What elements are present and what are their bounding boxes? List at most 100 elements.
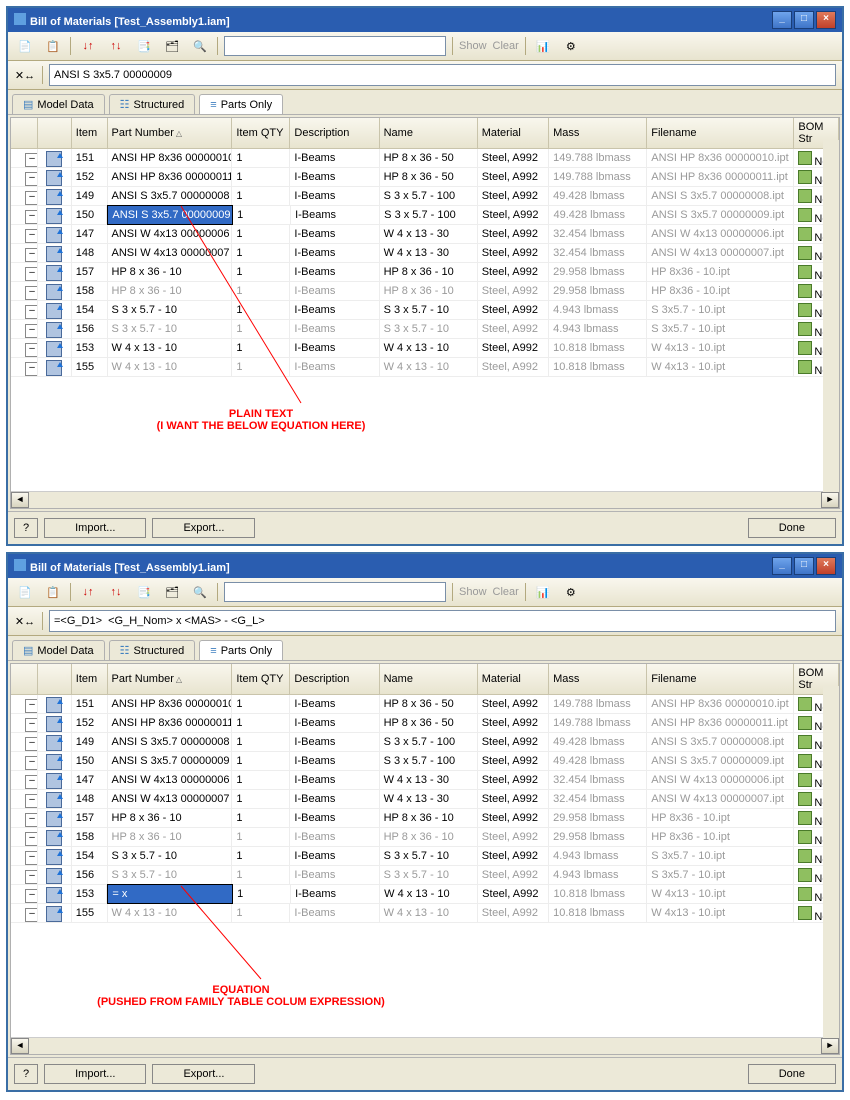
cell-qty[interactable]: 1	[232, 904, 290, 922]
cell-mass[interactable]: 32.454 lbmass	[549, 244, 647, 262]
cell-description[interactable]: I-Beams	[290, 149, 379, 167]
cell-material[interactable]: Steel, A992	[478, 358, 549, 376]
cell-material[interactable]: Steel, A992	[478, 168, 549, 186]
cell-description[interactable]: I-Beams	[290, 320, 379, 338]
cell-material[interactable]: Steel, A992	[478, 149, 549, 167]
cell-description[interactable]: I-Beams	[291, 206, 380, 224]
show-label[interactable]: Show	[459, 40, 487, 52]
table-row[interactable]: –147ANSI W 4x13 000000061I-BeamsW 4 x 13…	[11, 225, 839, 244]
cell-name[interactable]: W 4 x 13 - 30	[380, 225, 478, 243]
cell-qty[interactable]: 1	[232, 358, 290, 376]
cell-item[interactable]: 156	[72, 320, 108, 338]
import-button[interactable]: Import...	[44, 518, 146, 538]
clear-label[interactable]: Clear	[493, 586, 519, 598]
table-row[interactable]: –156S 3 x 5.7 - 101I-BeamsS 3 x 5.7 - 10…	[11, 320, 839, 339]
tool-icon[interactable]: 📋	[42, 35, 64, 57]
titlebar[interactable]: Bill of Materials [Test_Assembly1.iam] _…	[8, 8, 842, 32]
tool-icon[interactable]: 📊	[532, 35, 554, 57]
cell-material[interactable]: Steel, A992	[478, 339, 549, 357]
cell-qty[interactable]: 1	[232, 225, 290, 243]
cell-description[interactable]: I-Beams	[290, 790, 379, 808]
import-button[interactable]: Import...	[44, 1064, 146, 1084]
cell-part-number[interactable]: ANSI S 3x5.7 00000008	[108, 733, 233, 751]
cell-description[interactable]: I-Beams	[290, 301, 379, 319]
help-button[interactable]: ?	[14, 1064, 38, 1084]
cell-name[interactable]: HP 8 x 36 - 50	[380, 714, 478, 732]
column-header[interactable]: Filename	[647, 664, 794, 694]
cell-qty[interactable]: 1	[232, 168, 290, 186]
expand-icon[interactable]: –	[25, 756, 38, 770]
cell-description[interactable]: I-Beams	[290, 866, 379, 884]
cell-qty[interactable]: 1	[232, 301, 290, 319]
cell-description[interactable]: I-Beams	[290, 771, 379, 789]
cell-part-number[interactable]: ANSI HP 8x36 00000011	[108, 168, 233, 186]
cell-item[interactable]: 153	[72, 339, 108, 357]
sort-asc-icon[interactable]: ↓↑	[77, 581, 99, 603]
cell-mass[interactable]: 29.958 lbmass	[549, 809, 647, 827]
cell-item[interactable]: 158	[72, 282, 108, 300]
cell-qty[interactable]: 1	[232, 809, 290, 827]
table-row[interactable]: –153W 4 x 13 - 101I-BeamsW 4 x 13 - 10St…	[11, 339, 839, 358]
maximize-button[interactable]: □	[794, 557, 814, 575]
cell-filename[interactable]: ANSI S 3x5.7 00000008.ipt	[647, 733, 794, 751]
cell-filename[interactable]: ANSI HP 8x36 00000010.ipt	[647, 149, 794, 167]
tab-parts-only[interactable]: ≡Parts Only	[199, 640, 283, 660]
cell-name[interactable]: S 3 x 5.7 - 10	[380, 320, 478, 338]
column-header[interactable]: Material	[478, 664, 549, 694]
close-button[interactable]: ×	[816, 557, 836, 575]
cell-filename[interactable]: S 3x5.7 - 10.ipt	[647, 301, 794, 319]
cell-name[interactable]: S 3 x 5.7 - 10	[380, 301, 478, 319]
expand-icon[interactable]: –	[25, 737, 38, 751]
sort-desc-icon[interactable]: ↑↓	[105, 581, 127, 603]
cell-filename[interactable]: W 4x13 - 10.ipt	[647, 885, 794, 903]
cell-description[interactable]: I-Beams	[290, 714, 379, 732]
h-scrollbar[interactable]: ◄►	[11, 491, 839, 508]
cell-mass[interactable]: 4.943 lbmass	[549, 847, 647, 865]
cell-part-number[interactable]: HP 8 x 36 - 10	[108, 809, 233, 827]
cell-mass[interactable]: 32.454 lbmass	[549, 790, 647, 808]
cell-name[interactable]: HP 8 x 36 - 10	[380, 282, 478, 300]
cell-item[interactable]: 151	[72, 695, 108, 713]
cell-qty[interactable]: 1	[232, 187, 290, 205]
cell-material[interactable]: Steel, A992	[478, 790, 549, 808]
cell-qty[interactable]: 1	[232, 320, 290, 338]
cell-mass[interactable]: 49.428 lbmass	[549, 752, 647, 770]
cell-mass[interactable]: 29.958 lbmass	[549, 263, 647, 281]
swap-icon[interactable]: ✕↔	[14, 610, 36, 632]
tool-icon[interactable]: 🗂	[161, 35, 183, 57]
tool-icon[interactable]: ⚙	[560, 35, 582, 57]
table-row[interactable]: –158HP 8 x 36 - 101I-BeamsHP 8 x 36 - 10…	[11, 828, 839, 847]
cell-mass[interactable]: 10.818 lbmass	[549, 904, 647, 922]
cell-filename[interactable]: W 4x13 - 10.ipt	[647, 904, 794, 922]
cell-part-number[interactable]: = x	[107, 884, 233, 904]
expand-icon[interactable]: –	[25, 172, 38, 186]
cell-mass[interactable]: 4.943 lbmass	[549, 301, 647, 319]
minimize-button[interactable]: _	[772, 11, 792, 29]
cell-name[interactable]: S 3 x 5.7 - 100	[380, 206, 478, 224]
tool-icon[interactable]: ⚙	[560, 581, 582, 603]
expand-icon[interactable]: –	[25, 210, 38, 224]
cell-material[interactable]: Steel, A992	[478, 282, 549, 300]
cell-name[interactable]: HP 8 x 36 - 50	[380, 149, 478, 167]
cell-part-number[interactable]: HP 8 x 36 - 10	[108, 282, 233, 300]
cell-mass[interactable]: 10.818 lbmass	[549, 339, 647, 357]
expand-icon[interactable]: –	[25, 851, 38, 865]
cell-material[interactable]: Steel, A992	[478, 225, 549, 243]
cell-item[interactable]: 150	[72, 206, 108, 224]
cell-material[interactable]: Steel, A992	[478, 828, 549, 846]
cell-name[interactable]: HP 8 x 36 - 10	[380, 809, 478, 827]
cell-material[interactable]: Steel, A992	[478, 771, 549, 789]
column-header[interactable]: Description	[290, 118, 379, 148]
cell-material[interactable]: Steel, A992	[478, 809, 549, 827]
tool-icon[interactable]: 📊	[532, 581, 554, 603]
titlebar[interactable]: Bill of Materials [Test_Assembly1.iam] _…	[8, 554, 842, 578]
cell-qty[interactable]: 1	[232, 282, 290, 300]
expand-icon[interactable]: –	[25, 248, 38, 262]
maximize-button[interactable]: □	[794, 11, 814, 29]
search-icon[interactable]: 🔍	[189, 581, 211, 603]
v-scrollbar[interactable]	[823, 686, 839, 1038]
cell-item[interactable]: 150	[72, 752, 108, 770]
tab-model-data[interactable]: ▤Model Data	[12, 94, 105, 114]
cell-filename[interactable]: ANSI HP 8x36 00000011.ipt	[647, 714, 794, 732]
cell-description[interactable]: I-Beams	[290, 168, 379, 186]
